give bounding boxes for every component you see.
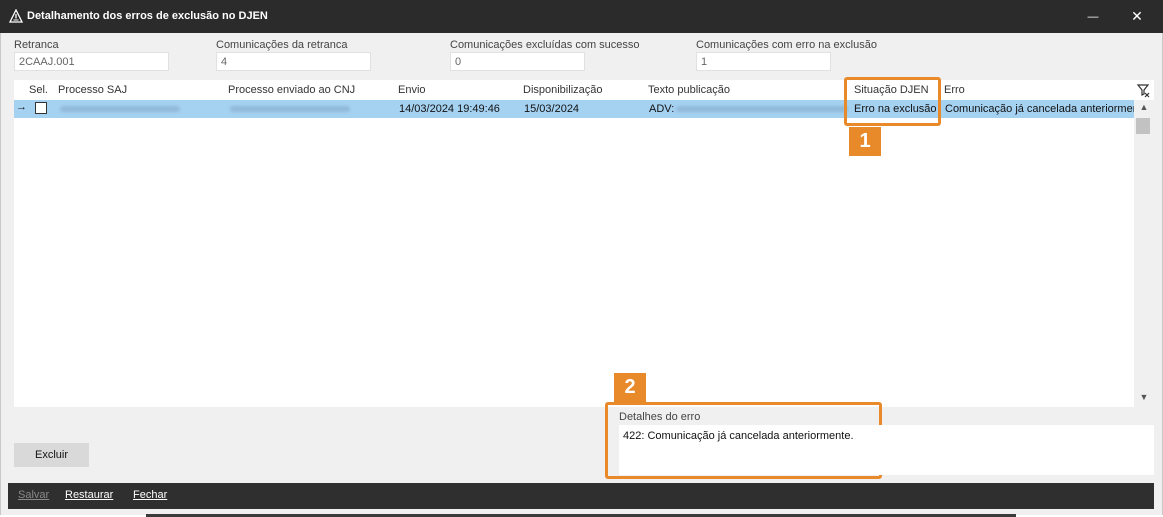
- window-title: Detalhamento dos erros de exclusão no DJ…: [27, 10, 268, 22]
- title-bar: Detalhamento dos erros de exclusão no DJ…: [0, 0, 1163, 33]
- minimize-button[interactable]: —: [1070, 0, 1116, 33]
- comunicacoes-retranca-label: Comunicações da retranca: [216, 39, 348, 51]
- row-select-checkbox[interactable]: [35, 102, 47, 114]
- salvar-button[interactable]: Salvar: [18, 489, 49, 501]
- fechar-button[interactable]: Fechar: [133, 489, 167, 501]
- excluidas-sucesso-field[interactable]: 0: [450, 52, 585, 71]
- callout-marker-1: 1: [849, 127, 881, 156]
- grid-header: Sel. Processo SAJ Processo enviado ao CN…: [14, 80, 1154, 100]
- comunicacoes-retranca-field[interactable]: 4: [216, 52, 371, 71]
- texto-publicacao-redacted: [676, 106, 848, 112]
- excluir-button[interactable]: Excluir: [14, 443, 89, 467]
- col-header-processo-saj[interactable]: Processo SAJ: [58, 84, 127, 96]
- col-header-envio[interactable]: Envio: [398, 84, 426, 96]
- minimize-icon: —: [1087, 10, 1099, 23]
- retranca-field[interactable]: 2CAAJ.001: [14, 52, 169, 71]
- cell-erro: Comunicação já cancelada anteriormente.: [945, 103, 1134, 115]
- processo-cnj-redacted: [230, 106, 350, 112]
- erro-exclusao-label: Comunicações com erro na exclusão: [696, 39, 877, 51]
- callout-marker-2: 2: [614, 373, 646, 402]
- vertical-scrollbar[interactable]: ▲ ▼: [1134, 100, 1154, 407]
- scroll-thumb[interactable]: [1136, 118, 1150, 134]
- warning-triangle-icon: [9, 9, 23, 23]
- scroll-up-icon[interactable]: ▲: [1134, 100, 1154, 114]
- error-details-text[interactable]: 422: Comunicação já cancelada anteriorme…: [619, 425, 1154, 475]
- cell-envio: 14/03/2024 19:49:46: [399, 103, 500, 115]
- table-row[interactable]: → 14/03/2024 19:49:46 15/03/2024 ADV: Er…: [14, 100, 1134, 118]
- current-row-arrow-icon: →: [16, 101, 27, 113]
- retranca-label: Retranca: [14, 39, 59, 51]
- close-button[interactable]: ✕: [1114, 0, 1160, 33]
- filter-icon[interactable]: [1136, 82, 1150, 98]
- erro-exclusao-field[interactable]: 1: [696, 52, 831, 71]
- callout-box-1: [844, 77, 941, 126]
- col-header-erro[interactable]: Erro: [944, 84, 965, 96]
- processo-saj-redacted: [60, 106, 180, 112]
- bottom-toolbar: Salvar Restaurar Fechar: [8, 483, 1154, 509]
- excluidas-sucesso-label: Comunicações excluídas com sucesso: [450, 39, 640, 51]
- col-header-texto-publicacao[interactable]: Texto publicação: [648, 84, 730, 96]
- scroll-down-icon[interactable]: ▼: [1134, 390, 1154, 404]
- cell-texto-publicacao: ADV:: [649, 103, 675, 115]
- col-header-disponibilizacao[interactable]: Disponibilização: [523, 84, 603, 96]
- cell-disponibilizacao: 15/03/2024: [524, 103, 580, 115]
- col-header-processo-cnj[interactable]: Processo enviado ao CNJ: [228, 84, 355, 96]
- restaurar-button[interactable]: Restaurar: [65, 489, 113, 501]
- results-grid: Sel. Processo SAJ Processo enviado ao CN…: [14, 80, 1154, 407]
- details-label: Detalhes do erro: [619, 411, 701, 423]
- col-header-sel[interactable]: Sel.: [29, 84, 48, 96]
- close-icon: ✕: [1131, 8, 1143, 24]
